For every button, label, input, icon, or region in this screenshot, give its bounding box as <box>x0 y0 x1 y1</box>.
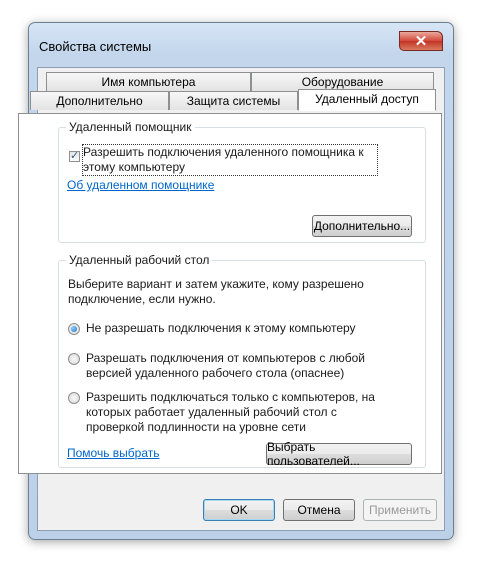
close-button[interactable]: ✕ <box>399 31 443 51</box>
remote-assistance-checkbox[interactable]: ✓ <box>69 151 80 162</box>
radio-allow-any-version-label[interactable]: Разрешать подключения от компьютеров с л… <box>86 351 396 381</box>
close-icon: ✕ <box>414 33 428 50</box>
about-remote-assistance-link[interactable]: Об удаленном помощнике <box>67 178 214 192</box>
window-title: Свойства системы <box>39 39 152 54</box>
remote-desktop-group-title: Удаленный рабочий стол <box>66 253 213 267</box>
radio-allow-nla-only[interactable] <box>68 392 80 404</box>
radio-allow-any-version[interactable] <box>68 353 80 365</box>
remote-assistance-advanced-button[interactable]: Дополнительно... <box>312 215 412 237</box>
cancel-button[interactable]: Отмена <box>283 499 355 521</box>
tab-remote[interactable]: Удаленный доступ <box>298 89 436 111</box>
checkmark-icon: ✓ <box>70 150 80 162</box>
radio-deny-connections-label[interactable]: Не разрешать подключения к этому компьют… <box>86 321 406 336</box>
tab-advanced[interactable]: Дополнительно <box>30 91 169 110</box>
ok-button[interactable]: OK <box>203 499 275 521</box>
radio-deny-connections[interactable] <box>68 323 80 335</box>
apply-button[interactable]: Применить <box>363 499 437 521</box>
remote-desktop-description: Выберите вариант и затем укажите, кому р… <box>68 277 364 306</box>
remote-assistance-group-title: Удаленный помощник <box>66 120 195 134</box>
help-choose-link[interactable]: Помочь выбрать <box>67 446 160 460</box>
tab-system-protection[interactable]: Защита системы <box>169 91 298 110</box>
radio-allow-nla-only-label[interactable]: Разрешить подключаться только с компьюте… <box>86 390 386 435</box>
tab-computer-name[interactable]: Имя компьютера <box>46 72 251 91</box>
remote-assistance-checkbox-label[interactable]: Разрешить подключения удаленного помощни… <box>82 144 378 176</box>
select-users-button[interactable]: Выбрать пользователей... <box>266 440 412 468</box>
